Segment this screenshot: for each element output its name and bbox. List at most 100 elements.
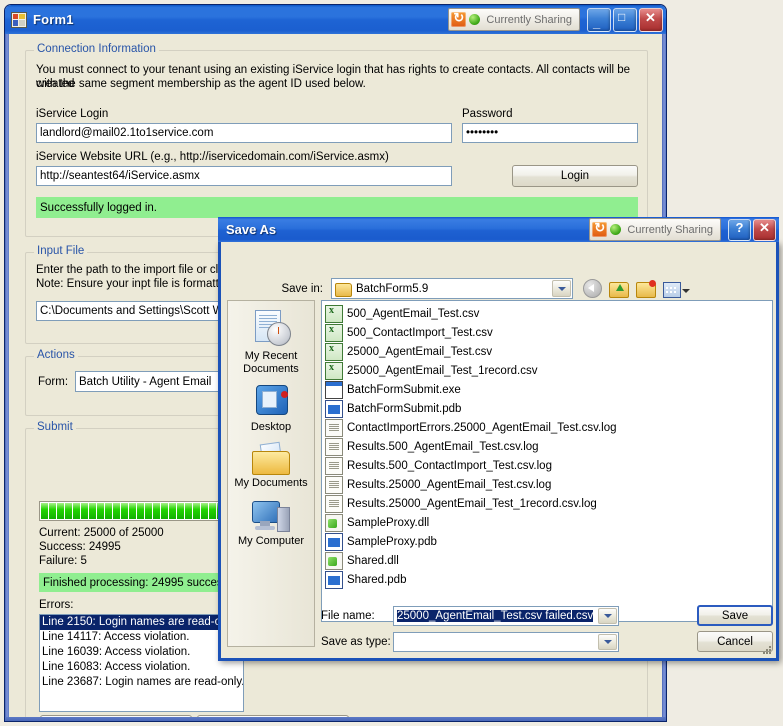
place-my-computer[interactable]: My Computer xyxy=(228,499,314,548)
sharing-label: Currently Sharing xyxy=(486,13,572,26)
log-file-icon xyxy=(325,456,343,475)
application-icon xyxy=(11,11,27,28)
csv-file-icon xyxy=(325,323,343,342)
progress-chunk xyxy=(81,503,88,519)
file-list-item[interactable]: Shared.dll xyxy=(325,551,772,570)
dll-file-icon xyxy=(325,551,343,570)
place-my-recent-documents[interactable]: My Recent Documents xyxy=(228,310,314,376)
error-list-item[interactable]: Line 14117: Access violation. xyxy=(40,630,243,645)
submit-group-legend: Submit xyxy=(34,421,76,433)
save-in-row: Save in: BatchForm5.9 xyxy=(221,278,776,299)
progress-chunk xyxy=(121,503,128,519)
close-icon: ✕ xyxy=(645,9,656,25)
progress-chunk xyxy=(113,503,120,519)
file-list-item[interactable]: Shared.pdb xyxy=(325,570,772,589)
file-list-item[interactable]: 500_ContactImport_Test.csv xyxy=(325,323,772,342)
back-icon[interactable] xyxy=(583,279,602,298)
file-list-item[interactable]: Results.25000_AgentEmail_Test.csv.log xyxy=(325,475,772,494)
actions-group-legend: Actions xyxy=(34,349,78,361)
progress-chunk xyxy=(49,503,56,519)
save-in-chevron-down-icon[interactable] xyxy=(552,280,571,297)
input-file-note-line2: Note: Ensure your inpt file is formatted… xyxy=(36,278,246,290)
error-list-item[interactable]: Line 2150: Login names are read-only. xyxy=(40,615,243,630)
place-desktop[interactable]: Desktop xyxy=(228,385,314,434)
file-name: Results.500_AgentEmail_Test.csv.log xyxy=(347,440,539,453)
exe-file-icon xyxy=(325,380,343,399)
file-list-item[interactable]: SampleProxy.pdb xyxy=(325,532,772,551)
password-input[interactable]: •••••••• xyxy=(462,123,638,143)
minimize-button[interactable]: _ xyxy=(587,7,611,32)
file-list-item[interactable]: 25000_AgentEmail_Test_1record.csv xyxy=(325,361,772,380)
file-list-item[interactable]: BatchFormSubmit.pdb xyxy=(325,399,772,418)
close-button[interactable]: ✕ xyxy=(639,7,663,32)
currently-sharing-badge[interactable]: Currently Sharing xyxy=(448,8,580,31)
save-as-type-label: Save as type: xyxy=(321,636,391,648)
file-list-item[interactable]: BatchFormSubmit.exe xyxy=(325,380,772,399)
progress-chunk xyxy=(41,503,48,519)
maximize-icon: □ xyxy=(618,9,626,24)
save-as-titlebar[interactable]: Save As Currently Sharing ? ✕ xyxy=(218,217,779,242)
new-folder-icon[interactable] xyxy=(636,279,656,298)
file-list-item[interactable]: Results.25000_AgentEmail_Test_1record.cs… xyxy=(325,494,772,513)
main-window-titlebar[interactable]: Form1 Currently Sharing _ □ ✕ xyxy=(5,5,666,34)
file-name-chevron-down-icon[interactable] xyxy=(598,608,617,624)
views-chevron-down-icon[interactable] xyxy=(682,288,690,293)
file-name: Shared.dll xyxy=(347,554,399,567)
file-name: SampleProxy.pdb xyxy=(347,535,437,548)
save-as-type-combobox[interactable] xyxy=(393,632,619,652)
save-in-combobox[interactable]: BatchForm5.9 xyxy=(331,278,573,299)
views-icon[interactable] xyxy=(663,281,681,298)
errors-listbox[interactable]: Line 2150: Login names are read-only. Lin… xyxy=(39,614,244,712)
save-as-type-chevron-down-icon[interactable] xyxy=(598,634,617,650)
recent-documents-icon xyxy=(251,310,291,348)
places-bar: My Recent Documents Desktop My Documents… xyxy=(227,300,315,647)
file-name: 25000_AgentEmail_Test.csv xyxy=(347,345,493,358)
progress-chunk xyxy=(153,503,160,519)
progress-chunk xyxy=(145,503,152,519)
errors-label: Errors: xyxy=(39,599,74,611)
dialog-close-button[interactable]: ✕ xyxy=(753,218,776,241)
iservice-url-label: iService Website URL (e.g., http://iserv… xyxy=(36,151,389,163)
resubmit-failed-lines-button[interactable]: Resubmit Failed Lines xyxy=(40,715,192,717)
iservice-login-input[interactable]: landlord@mail02.1to1service.com xyxy=(36,123,452,143)
file-list-item[interactable]: Results.500_AgentEmail_Test.csv.log xyxy=(325,437,772,456)
progress-bar xyxy=(39,501,244,521)
file-name: Results.25000_AgentEmail_Test.csv.log xyxy=(347,478,552,491)
connection-information-group: Connection Information You must connect … xyxy=(25,43,648,237)
progress-chunk xyxy=(97,503,104,519)
dialog-currently-sharing-badge[interactable]: Currently Sharing xyxy=(589,218,721,241)
dialog-help-button[interactable]: ? xyxy=(728,218,751,241)
resize-grip[interactable] xyxy=(761,644,773,656)
file-list-item[interactable]: 25000_AgentEmail_Test.csv xyxy=(325,342,772,361)
place-label-desktop: Desktop xyxy=(250,421,292,433)
input-file-note-line1: Enter the path to the import file or cli… xyxy=(36,264,244,276)
save-in-label: Save in: xyxy=(281,282,323,295)
current-count-label: Current: 25000 of 25000 xyxy=(39,527,164,539)
place-my-documents[interactable]: My Documents xyxy=(228,441,314,490)
error-list-item[interactable]: Line 23687: Login names are read-only. xyxy=(40,675,243,690)
save-failed-lines-button[interactable]: Save Failed Lines... xyxy=(197,715,349,717)
file-list[interactable]: 500_AgentEmail_Test.csv 500_ContactImport… xyxy=(321,300,773,622)
maximize-button[interactable]: □ xyxy=(613,7,637,32)
login-status-message: Successfully logged in. xyxy=(36,197,638,218)
file-list-item[interactable]: 500_AgentEmail_Test.csv xyxy=(325,304,772,323)
place-label-my-computer: My Computer xyxy=(237,535,305,547)
up-folder-icon[interactable] xyxy=(609,281,629,298)
pdb-file-icon xyxy=(325,570,343,589)
place-label-my-documents: My Documents xyxy=(234,477,308,489)
minimize-icon: _ xyxy=(593,14,601,30)
file-list-item[interactable]: SampleProxy.dll xyxy=(325,513,772,532)
dialog-sharing-status-dot-icon xyxy=(610,224,622,235)
file-name-combobox[interactable]: 25000_AgentEmail_Test.csv failed.csv xyxy=(393,606,619,626)
file-list-item[interactable]: Results.500_ContactImport_Test.csv.log xyxy=(325,456,772,475)
save-button[interactable]: Save xyxy=(697,605,773,626)
window-title: Form1 xyxy=(33,12,74,27)
log-file-icon xyxy=(325,475,343,494)
login-button[interactable]: Login xyxy=(512,165,638,187)
error-list-item[interactable]: Line 16039: Access violation. xyxy=(40,645,243,660)
file-list-item[interactable]: ContactImportErrors.25000_AgentEmail_Tes… xyxy=(325,418,772,437)
desktop-icon xyxy=(253,385,289,419)
my-computer-icon xyxy=(252,499,290,533)
iservice-url-input[interactable]: http://seantest64/iService.asmx xyxy=(36,166,452,186)
error-list-item[interactable]: Line 16083: Access violation. xyxy=(40,660,243,675)
